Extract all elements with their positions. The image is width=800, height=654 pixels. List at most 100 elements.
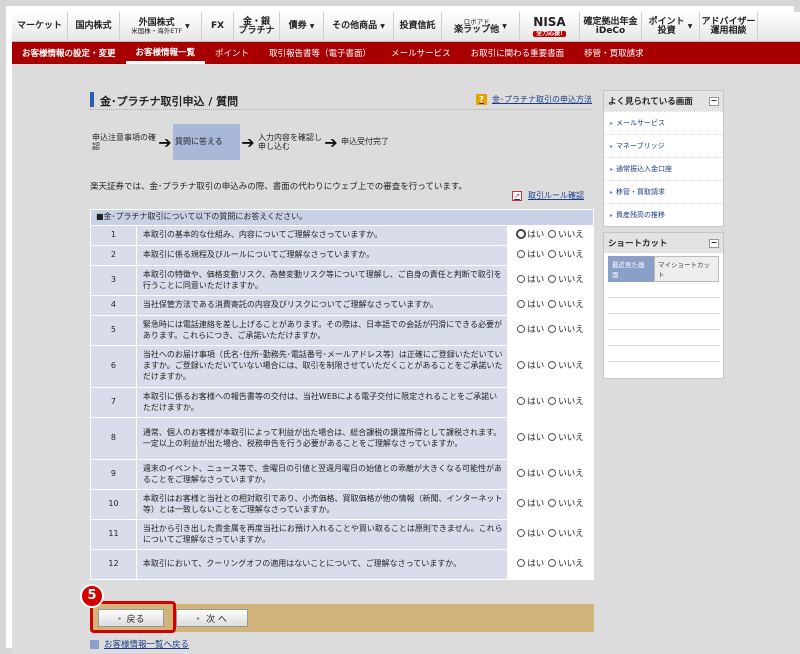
radio-yes[interactable] <box>517 558 526 567</box>
radio-yes[interactable] <box>517 324 526 333</box>
radio-no[interactable] <box>548 558 557 567</box>
subnav-item-6[interactable]: 移管・買取請求 <box>574 42 654 64</box>
answer-yes-option[interactable]: はい <box>517 396 544 407</box>
answer-no-option[interactable]: いいえ <box>548 468 584 479</box>
radio-no[interactable] <box>548 498 557 507</box>
question-number: 11 <box>90 519 137 550</box>
global-nav: マーケット 国内株式 外国株式 米国株・海外ETF ▼ FX 金・銀 プラチナ 債券 ▼ その他商品… <box>12 12 800 42</box>
gnav-item-4[interactable]: 金・銀 プラチナ <box>234 12 280 42</box>
answer-no-option[interactable]: いいえ <box>548 274 584 285</box>
subnav-item-2[interactable]: ポイント <box>205 42 259 64</box>
tab-recent[interactable]: 最近見た画面 <box>608 256 654 282</box>
rule-link[interactable]: ↗ 取引ルール確認 <box>512 190 584 201</box>
answer-cell: はい いいえ <box>507 417 594 460</box>
radio-no[interactable] <box>548 360 557 369</box>
answer-no-option[interactable]: いいえ <box>548 528 584 539</box>
subnav-item-0[interactable]: お客様情報の設定・変更 <box>12 42 126 64</box>
radio-yes[interactable] <box>517 299 526 308</box>
radio-yes[interactable] <box>517 249 526 258</box>
gnav-item-2[interactable]: 外国株式 米国株・海外ETF ▼ <box>120 12 202 42</box>
answer-yes-option[interactable]: はい <box>517 229 544 240</box>
gnav-item-6[interactable]: その他商品 ▼ <box>324 12 394 42</box>
answer-no-option[interactable]: いいえ <box>548 558 584 569</box>
answer-no-option[interactable]: いいえ <box>548 229 584 240</box>
answer-no-option[interactable]: いいえ <box>548 360 584 371</box>
popular-panel: よく見られている画面 − ▸ メールサービス ▸ マネーブリッジ ▸ 通常振込入金口座 ▸ 移… <box>603 90 724 227</box>
gnav-item-3[interactable]: FX <box>202 12 234 42</box>
gnav-item-5[interactable]: 債券 ▼ <box>280 12 324 42</box>
radio-no[interactable] <box>548 528 557 537</box>
gnav-sublabel: 運用相談 <box>710 26 747 36</box>
gnav-item-0[interactable]: マーケット <box>12 12 68 42</box>
radio-yes-label: はい <box>527 299 545 310</box>
triangle-icon: ▸ <box>610 211 614 219</box>
subnav-item-5[interactable]: お取引に関わる重要書面 <box>461 42 575 64</box>
sidebar-link[interactable]: ▸ メールサービス <box>604 111 723 134</box>
radio-yes[interactable] <box>517 468 526 477</box>
answer-no-option[interactable]: いいえ <box>548 432 584 443</box>
sidebar-link[interactable]: ▸ 資産残高の推移 <box>604 203 723 226</box>
popular-title: よく見られている画面 <box>608 97 693 107</box>
radio-yes[interactable] <box>517 498 526 507</box>
answer-no-option[interactable]: いいえ <box>548 324 584 335</box>
answer-no-option[interactable]: いいえ <box>548 396 584 407</box>
subnav-item-1[interactable]: お客様情報一覧 <box>125 42 206 64</box>
table-row: 4 当社保管方法である消費寄託の内容及びリスクについてご理解なさっていますか。 はい… <box>90 295 594 316</box>
answer-yes-option[interactable]: はい <box>517 360 544 371</box>
collapse-icon[interactable]: − <box>709 238 719 248</box>
back-to-list-link[interactable]: お客様情報一覧へ戻る <box>90 638 189 650</box>
radio-yes[interactable] <box>517 396 526 405</box>
sidebar-link[interactable]: ▸ 通常振込入金口座 <box>604 157 723 180</box>
answer-yes-option[interactable]: はい <box>517 299 545 310</box>
radio-yes[interactable] <box>517 360 526 369</box>
radio-yes[interactable] <box>517 432 526 441</box>
gnav-item-1[interactable]: 国内株式 <box>68 12 120 42</box>
answer-no-option[interactable]: いいえ <box>548 299 584 310</box>
answer-cell: はい いいえ <box>507 519 594 550</box>
radio-yes[interactable] <box>517 274 526 283</box>
answer-yes-option[interactable]: はい <box>517 558 544 569</box>
radio-no-label: いいえ <box>558 249 584 260</box>
radio-no[interactable] <box>548 468 557 477</box>
radio-no[interactable] <box>548 274 557 283</box>
radio-no[interactable] <box>548 432 557 441</box>
radio-no[interactable] <box>548 249 557 258</box>
subnav-item-4[interactable]: メールサービス <box>381 42 461 64</box>
next-button[interactable]: ▸ 次 へ <box>176 609 248 627</box>
square-icon <box>90 639 99 649</box>
gnav-item-7[interactable]: 投資信託 <box>394 12 442 42</box>
table-row: 9 週末のイベント、ニュース等で、金曜日の引値と翌週月曜日の始値との乖離が大きくな… <box>90 459 594 490</box>
collapse-icon[interactable]: − <box>709 96 719 106</box>
radio-no[interactable] <box>548 396 557 405</box>
gnav-item-8[interactable]: ロボアド 楽ラップ他 ▼ <box>442 12 520 42</box>
gnav-item-11[interactable]: ポイント 投資 ▼ <box>642 12 700 42</box>
gnav-item-10[interactable]: 確定拠出年金 iDeCo <box>580 12 642 42</box>
answer-yes-option[interactable]: はい <box>517 432 544 443</box>
gnav-item-9[interactable]: NISA 全力応援! <box>520 12 580 42</box>
dropdown-arrow-icon: ▼ <box>687 22 693 30</box>
radio-yes[interactable] <box>517 229 526 238</box>
answer-yes-option[interactable]: はい <box>517 274 544 285</box>
subnav-item-3[interactable]: 取引報告書等（電子書面） <box>259 42 381 64</box>
gnav-sublabel: 米国株・海外ETF <box>131 27 183 36</box>
answer-no-option[interactable]: いいえ <box>548 498 584 509</box>
answer-yes-option[interactable]: はい <box>517 249 545 260</box>
radio-no-label: いいえ <box>558 498 584 509</box>
gnav-item-12[interactable]: アドバイザー 運用相談 <box>700 12 758 42</box>
sidebar-link[interactable]: ▸ 移管・買取請求 <box>604 180 723 203</box>
sidebar-link-label: メールサービス <box>616 119 666 127</box>
answer-yes-option[interactable]: はい <box>517 498 544 509</box>
radio-yes-label: はい <box>527 249 545 260</box>
sidebar-link[interactable]: ▸ マネーブリッジ <box>604 134 723 157</box>
radio-no[interactable] <box>548 299 557 308</box>
answer-yes-option[interactable]: はい <box>517 528 544 539</box>
radio-no[interactable] <box>548 229 557 238</box>
radio-no[interactable] <box>548 324 557 333</box>
next-button-label: 次 へ <box>206 614 227 625</box>
answer-no-option[interactable]: いいえ <box>548 249 584 260</box>
help-link[interactable]: ? 金･プラチナ取引の申込方法 <box>476 94 592 105</box>
answer-yes-option[interactable]: はい <box>517 468 544 479</box>
radio-yes[interactable] <box>517 528 526 537</box>
tab-my-shortcut[interactable]: マイショートカット <box>654 256 719 282</box>
answer-yes-option[interactable]: はい <box>517 324 544 335</box>
